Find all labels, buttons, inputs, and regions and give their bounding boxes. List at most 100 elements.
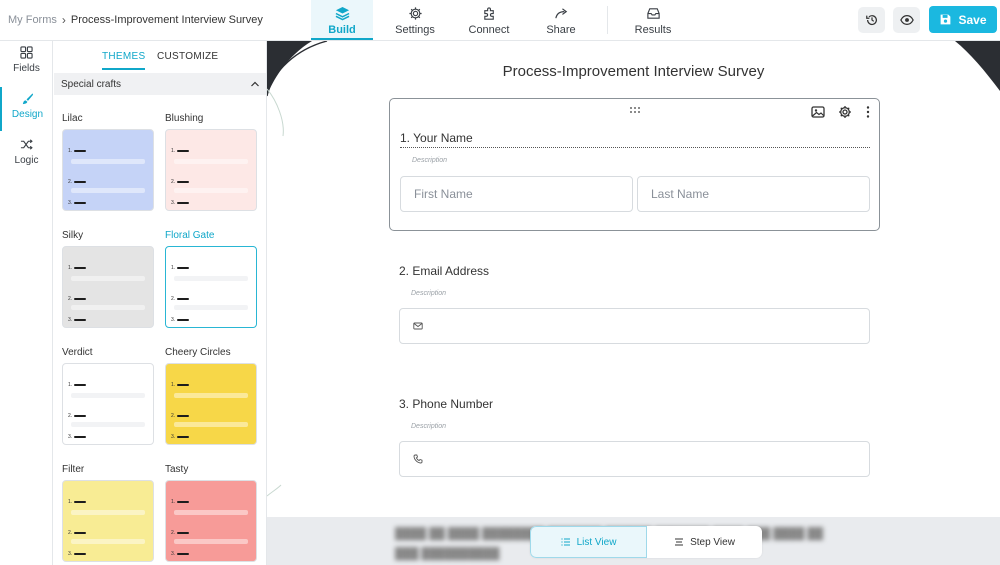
inbox-icon	[646, 8, 660, 19]
gear-icon	[408, 7, 422, 20]
tab-themes[interactable]: THEMES	[102, 51, 146, 70]
view-toggle: List View Step View	[530, 526, 762, 558]
tab-results[interactable]: Results	[627, 0, 679, 40]
shuffle-icon	[20, 139, 33, 150]
breadcrumb-my-forms[interactable]: My Forms	[8, 14, 57, 26]
last-name-input[interactable]: Last Name	[637, 176, 870, 212]
thumbnail-question-marker: 2.	[68, 179, 87, 185]
thumbnail-question-marker: 1.	[68, 148, 87, 154]
more-options-icon[interactable]	[862, 105, 874, 119]
history-button[interactable]	[858, 7, 885, 33]
thumbnail-question-marker: 3.	[68, 434, 87, 440]
form-canvas: Process-Improvement Interview Survey 1. …	[267, 41, 1000, 565]
theme-thumbnail[interactable]: 1. 2. 3.	[165, 246, 257, 328]
theme-thumbnail[interactable]: 1. 2. 3.	[62, 246, 154, 328]
thumbnail-field-placeholder	[174, 422, 248, 427]
theme-option[interactable]: Verdict 1. 2. 3.	[62, 347, 154, 445]
rail-item-logic-label: Logic	[14, 155, 39, 166]
theme-option[interactable]: Tasty 1. 2. 3.	[165, 464, 257, 562]
thumbnail-question-marker: 2.	[68, 530, 87, 536]
theme-option[interactable]: Filter 1. 2. 3.	[62, 464, 154, 562]
tab-connect[interactable]: Connect	[462, 0, 516, 40]
tab-settings[interactable]: Settings	[388, 0, 442, 40]
rail-item-fields[interactable]: Fields	[0, 41, 53, 85]
chevron-up-icon	[251, 81, 259, 87]
history-icon	[865, 15, 877, 26]
gear-icon[interactable]	[838, 105, 852, 119]
tab-connect-label: Connect	[468, 24, 510, 36]
breadcrumb-separator: ›	[61, 13, 66, 27]
list-view-button[interactable]: List View	[530, 526, 647, 558]
thumbnail-field-placeholder	[71, 188, 145, 193]
thumbnail-question-marker: 3.	[68, 200, 87, 206]
label-underline	[400, 147, 870, 148]
rail-item-design[interactable]: Design	[0, 87, 53, 131]
thumbnail-field-placeholder	[71, 305, 145, 310]
phone-input[interactable]	[399, 441, 870, 477]
step-view-icon	[675, 538, 684, 546]
decorative-corner-shape	[955, 41, 1000, 91]
thumbnail-question-marker: 3.	[171, 200, 190, 206]
question-label[interactable]: 3. Phone Number	[399, 397, 493, 411]
list-view-label: List View	[576, 536, 617, 548]
question-label[interactable]: 2. Email Address	[399, 264, 489, 278]
thumbnail-field-placeholder	[174, 510, 248, 515]
thumbnail-question-marker: 2.	[68, 413, 87, 419]
theme-thumbnail[interactable]: 1. 2. 3.	[62, 480, 154, 562]
breadcrumb: My Forms › Process-Improvement Interview…	[8, 13, 263, 27]
drag-handle-icon[interactable]	[629, 106, 641, 114]
thumbnail-question-marker: 3.	[171, 551, 190, 557]
thumbnail-question-marker: 1.	[171, 148, 190, 154]
step-view-button[interactable]: Step View	[647, 526, 762, 558]
left-rail: Fields Design Logic	[0, 41, 53, 565]
tab-settings-label: Settings	[395, 24, 435, 36]
theme-thumbnail[interactable]: 1. 2. 3.	[62, 129, 154, 211]
thumbnail-field-placeholder	[174, 276, 248, 281]
theme-thumbnail[interactable]: 1. 2. 3.	[165, 363, 257, 445]
envelope-icon	[413, 322, 423, 330]
theme-name: Blushing	[165, 113, 204, 124]
thumbnail-field-placeholder	[71, 422, 145, 427]
panel-tabs: THEMES CUSTOMIZE	[54, 41, 266, 73]
thumbnail-field-placeholder	[71, 539, 145, 544]
thumbnail-question-marker: 2.	[171, 530, 190, 536]
preview-button[interactable]	[893, 7, 920, 33]
list-icon	[560, 538, 570, 546]
puzzle-icon	[483, 7, 494, 20]
theme-option[interactable]: Cheery Circles 1. 2. 3.	[165, 347, 257, 445]
theme-thumbnail[interactable]: 1. 2. 3.	[165, 480, 257, 562]
section-special-crafts[interactable]: Special crafts	[54, 73, 266, 95]
theme-thumbnail[interactable]: 1. 2. 3.	[62, 363, 154, 445]
question-description[interactable]: Description	[412, 157, 447, 164]
thumbnail-question-marker: 1.	[68, 265, 87, 271]
thumbnail-question-marker: 3.	[171, 317, 190, 323]
last-name-placeholder: Last Name	[651, 187, 710, 201]
tab-share[interactable]: Share	[537, 0, 585, 40]
thumbnail-question-marker: 1.	[171, 499, 190, 505]
thumbnail-field-placeholder	[71, 159, 145, 164]
image-icon[interactable]	[811, 105, 825, 119]
rail-item-design-label: Design	[11, 109, 44, 120]
form-title: Process-Improvement Interview Survey	[502, 63, 765, 80]
tab-customize[interactable]: CUSTOMIZE	[157, 51, 218, 68]
question-card-name[interactable]: 1. Your Name Description First Name Last…	[389, 98, 880, 231]
question-description[interactable]: Description	[411, 290, 446, 297]
question-label[interactable]: 1. Your Name	[400, 131, 473, 145]
theme-option[interactable]: Floral Gate 1. 2. 3.	[165, 230, 257, 328]
design-panel: THEMES CUSTOMIZE Special crafts Lilac 1. 2…	[54, 41, 267, 565]
theme-option[interactable]: Silky 1. 2. 3.	[62, 230, 154, 328]
rail-item-logic[interactable]: Logic	[0, 133, 53, 177]
email-input[interactable]	[399, 308, 870, 344]
theme-thumbnail[interactable]: 1. 2. 3.	[165, 129, 257, 211]
theme-option[interactable]: Blushing 1. 2. 3.	[165, 113, 257, 211]
thumbnail-question-marker: 2.	[171, 413, 190, 419]
question-description[interactable]: Description	[411, 423, 446, 430]
theme-option[interactable]: Lilac 1. 2. 3.	[62, 113, 154, 211]
thumbnail-question-marker: 2.	[171, 179, 190, 185]
thumbnail-field-placeholder	[174, 188, 248, 193]
first-name-input[interactable]: First Name	[400, 176, 633, 212]
save-button[interactable]: Save	[929, 6, 997, 33]
first-name-placeholder: First Name	[414, 187, 473, 201]
thumbnail-question-marker: 2.	[171, 296, 190, 302]
tab-build[interactable]: Build	[311, 0, 373, 40]
